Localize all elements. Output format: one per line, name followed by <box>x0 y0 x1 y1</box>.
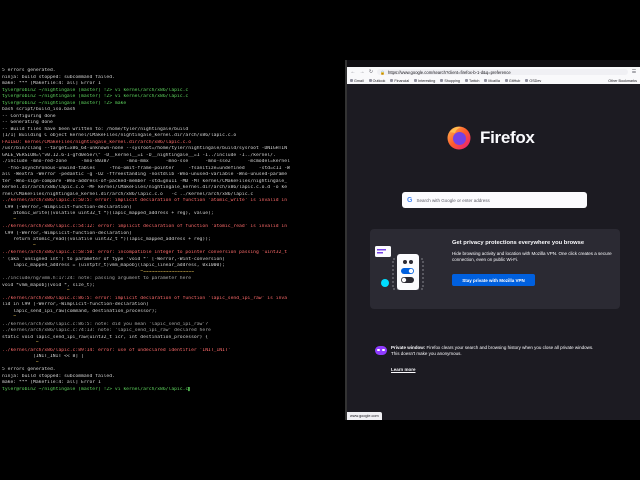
terminal-window[interactable]: 5 errors generated. ninja: build stopped:… <box>0 60 345 420</box>
tab-strip <box>347 60 640 67</box>
firefox-wordmark: Firefox <box>480 128 535 147</box>
bookmark-label: Twitch <box>468 78 480 83</box>
bookmark-item[interactable]: Outlook <box>368 78 386 83</box>
private-notice-label: Private window: <box>391 345 426 350</box>
status-bar: www.google.com <box>347 412 382 420</box>
back-icon[interactable]: ← <box>350 69 356 75</box>
bookmark-label: Interesting <box>418 78 436 83</box>
bookmark-favicon-icon <box>484 79 488 82</box>
terminal-line: tyler@robin2 ~/nightingale [master] !2> … <box>2 386 192 392</box>
bookmark-favicon-icon <box>464 79 468 82</box>
promo-body: Hide browsing activity and location with… <box>452 251 612 263</box>
new-tab-page: Firefox G Search with Google or enter ad… <box>347 84 640 412</box>
private-window-notice: Private window: Firefox clears your sear… <box>370 344 620 379</box>
bookmark-favicon-icon <box>368 79 372 82</box>
bookmark-item[interactable]: Mozilla <box>484 78 500 83</box>
firefox-logo-icon <box>447 126 471 150</box>
stay-private-vpn-button[interactable]: Stay private with Mozilla VPN <box>452 274 535 286</box>
private-mask-icon <box>375 346 387 355</box>
search-placeholder: Search with Google or enter address <box>416 197 490 203</box>
bookmark-favicon-icon <box>504 79 508 82</box>
bookmark-item[interactable]: Gmail <box>350 79 364 83</box>
bookmark-item[interactable]: Financial <box>390 79 409 83</box>
bookmark-item[interactable]: Twitch <box>464 78 480 83</box>
bookmark-label: Shopping <box>444 78 460 83</box>
vpn-illustration-icon <box>375 246 424 290</box>
bookmark-label: GitHub <box>508 78 521 83</box>
bookmark-favicon-icon <box>525 79 529 82</box>
other-bookmarks-folder[interactable]: Other Bookmarks <box>608 79 637 83</box>
forward-icon[interactable]: → <box>359 69 365 75</box>
extensions-icon[interactable]: ☰ <box>631 69 637 75</box>
bookmark-favicon-icon <box>440 79 444 82</box>
address-bar[interactable]: 🔒 https://www.google.com/search?client=f… <box>377 69 628 75</box>
bookmark-item[interactable]: GitHub <box>504 78 521 83</box>
bookmark-favicon-icon <box>390 79 394 82</box>
vpn-promo-card: Get privacy protections everywhere you b… <box>370 229 620 309</box>
address-bar-text: https://www.google.com/search?client=fir… <box>387 69 511 75</box>
bookmark-label: Outlook <box>372 78 386 83</box>
reload-icon[interactable]: ↻ <box>368 69 374 75</box>
bookmark-item[interactable]: OSDev <box>525 79 541 83</box>
bookmark-item[interactable]: Shopping <box>440 79 460 83</box>
bookmark-item[interactable]: Interesting <box>414 79 435 83</box>
learn-more-link[interactable]: Learn more <box>391 367 416 372</box>
bookmark-label: Mozilla <box>488 78 500 83</box>
bookmark-label: Financial <box>394 78 410 83</box>
google-icon: G <box>407 196 413 204</box>
bookmark-label: Gmail <box>354 78 364 83</box>
terminal-output: 5 errors generated. ninja: build stopped:… <box>2 68 343 393</box>
private-notice-text: Private window: Firefox clears your sear… <box>391 345 601 357</box>
search-input[interactable]: G Search with Google or enter address <box>402 192 587 208</box>
lock-icon: 🔒 <box>380 69 385 75</box>
promo-title: Get privacy protections everywhere you b… <box>452 240 585 246</box>
firefox-window: ← → ↻ 🔒 https://www.google.com/search?cl… <box>347 60 640 420</box>
bookmark-favicon-icon <box>350 79 353 82</box>
desktop-screen: 5 errors generated. ninja: build stopped:… <box>0 60 640 420</box>
bookmark-label: OSDev <box>529 78 542 83</box>
navigation-toolbar: ← → ↻ 🔒 https://www.google.com/search?cl… <box>347 67 640 77</box>
bookmark-favicon-icon <box>414 79 418 82</box>
